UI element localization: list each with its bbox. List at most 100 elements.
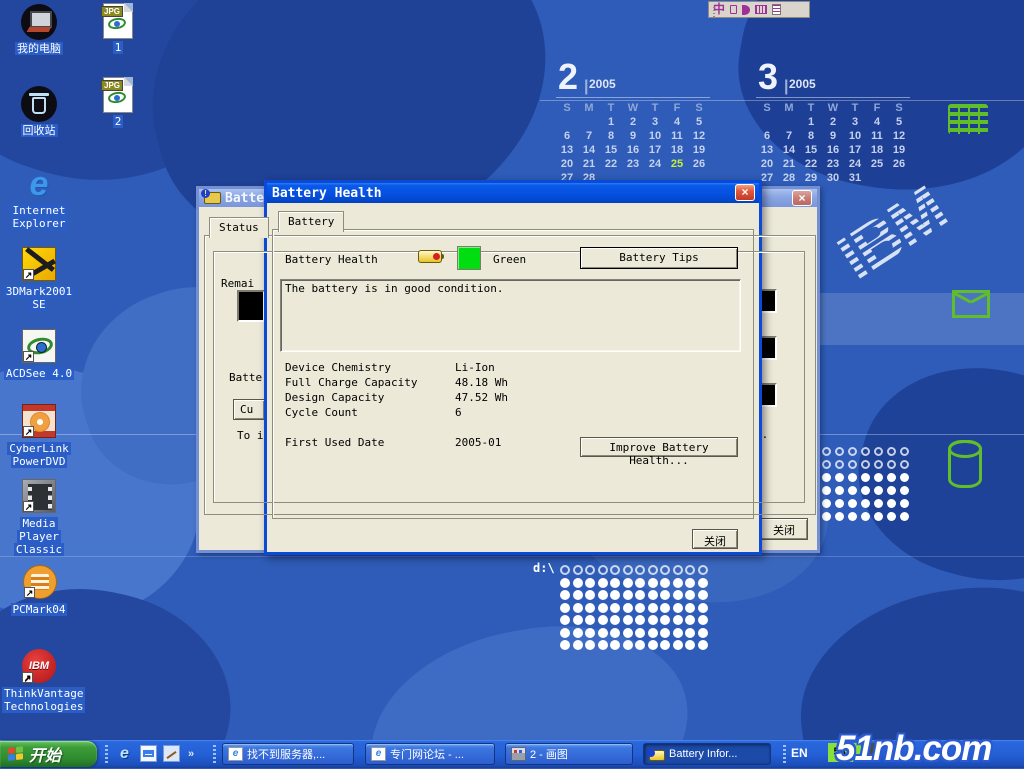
desktop-icon-internet-explorer[interactable]: eInternet Explorer	[2, 166, 76, 230]
media-player-classic-icon: ↗	[21, 479, 57, 515]
dot	[598, 603, 608, 613]
task-battery-info[interactable]: Battery Infor...	[643, 743, 771, 765]
quicklaunch-grip[interactable]	[105, 745, 108, 763]
dot	[660, 603, 670, 613]
desktop-icon-cyberlink-powerdvd[interactable]: ↗CyberLink PowerDVD	[2, 403, 76, 468]
desktop-icon-acdsee[interactable]: ↗ACDSee 4.0	[2, 328, 76, 380]
calendar-day: 6	[556, 129, 578, 143]
toolbar-menu-icon[interactable]	[772, 4, 781, 15]
calendar-separator: |	[784, 78, 788, 96]
dot	[887, 486, 896, 495]
health-status-value: Green	[493, 253, 526, 266]
dot	[822, 460, 831, 469]
dot	[585, 603, 595, 613]
calendar-day: 7	[778, 129, 800, 143]
fullwidth-icon[interactable]	[742, 5, 750, 15]
taskband-grip[interactable]	[213, 745, 216, 763]
dot	[698, 578, 708, 588]
dot	[900, 473, 909, 482]
wallpaper-line	[0, 556, 1024, 557]
ime-mode-icon[interactable]	[730, 5, 737, 14]
task-ie-server-not-found[interactable]: e找不到服务器,...	[222, 743, 354, 765]
start-button[interactable]: 开始	[0, 741, 97, 767]
calendar-day: 3	[844, 115, 866, 129]
desktop-icon-thinkvantage-technologies[interactable]: IBM↗ThinkVantage Technologies	[2, 648, 76, 713]
desktop-icon-jpg-file-1[interactable]: JPG1	[94, 2, 142, 54]
dot	[822, 473, 831, 482]
calendar-grid: SMTWTFS123456789101112131415161718192021…	[556, 101, 710, 185]
calendar-february: 2 | 2005 SMTWTFS123456789101112131415161…	[556, 62, 710, 186]
task-paint[interactable]: 2 - 画图	[505, 743, 633, 765]
first-used-value: 2005-01	[455, 436, 501, 449]
dialog-close-button[interactable]: 关闭	[692, 529, 738, 549]
desktop-icon-media-player-classic[interactable]: ↗Media Player Classic	[2, 478, 76, 556]
dot	[685, 565, 695, 575]
desktop-icon-jpg-file-2[interactable]: JPG2	[94, 76, 142, 128]
dot	[610, 603, 620, 613]
dot	[698, 615, 708, 625]
dot	[861, 499, 870, 508]
calendar-day: 24	[844, 157, 866, 171]
dot	[610, 578, 620, 588]
desktop-icon-recycle-bin[interactable]: 回收站	[2, 86, 76, 137]
dot	[835, 447, 844, 456]
dot	[822, 512, 831, 521]
language-bar-grip[interactable]	[713, 7, 715, 18]
dot	[598, 615, 608, 625]
tab-status[interactable]: Status	[209, 217, 269, 238]
task-forum[interactable]: e专门网论坛 - ...	[365, 743, 495, 765]
back-close-button[interactable]: 关闭	[760, 518, 808, 540]
dot	[874, 499, 883, 508]
calendar-day: 6	[756, 129, 778, 143]
windows-flag-icon	[8, 746, 24, 763]
health-status-swatch	[457, 246, 481, 270]
desktop-icon-pcmark04[interactable]: ↗PCMark04	[2, 563, 76, 616]
start-button-label: 开始	[29, 742, 61, 766]
language-bar[interactable]: 中	[708, 1, 810, 18]
ie-quicklaunch-icon[interactable]: e	[116, 745, 133, 762]
calendar-day: 26	[888, 157, 910, 171]
dot	[900, 460, 909, 469]
desktop-icon-3dmark2001-se[interactable]: ↗3DMark2001 SE	[2, 246, 76, 311]
desktop-icon-my-computer[interactable]: 我的电脑	[2, 4, 76, 55]
chevron-right-icon[interactable]: »	[188, 748, 194, 760]
calendar-day: 14	[578, 143, 600, 157]
dot	[623, 615, 633, 625]
calendar-grid: SMTWTFS123456789101112131415161718192021…	[756, 101, 910, 185]
soft-keyboard-icon[interactable]	[755, 5, 767, 14]
dot	[660, 615, 670, 625]
calendar-rule	[756, 97, 910, 98]
dot	[648, 615, 658, 625]
calendar-day	[888, 171, 910, 185]
dot	[648, 578, 658, 588]
dot	[685, 578, 695, 588]
language-indicator[interactable]: EN	[791, 746, 808, 760]
calendar-month: 3	[758, 56, 778, 98]
calendar-day: 10	[644, 129, 666, 143]
dot	[887, 460, 896, 469]
calendar-day: 17	[844, 143, 866, 157]
dot	[560, 590, 570, 600]
calendar-day: 29	[800, 171, 822, 185]
show-desktop-icon[interactable]	[163, 745, 180, 762]
dialog-titlebar[interactable]: Battery Health ×	[267, 183, 759, 203]
dot	[835, 460, 844, 469]
dot	[887, 499, 896, 508]
dot	[900, 447, 909, 456]
dot	[900, 499, 909, 508]
close-icon[interactable]: ×	[735, 184, 755, 201]
dot	[848, 460, 857, 469]
my-computer-icon	[21, 4, 57, 40]
calendar-day: 1	[800, 115, 822, 129]
dot	[610, 565, 620, 575]
envelope-icon	[952, 290, 990, 318]
dot	[874, 460, 883, 469]
back-close-icon[interactable]: ×	[792, 190, 812, 206]
improve-battery-health-button[interactable]: Improve Battery Health...	[580, 437, 738, 457]
battery-tips-button[interactable]: Battery Tips	[580, 247, 738, 269]
outlook-express-icon[interactable]	[140, 745, 157, 762]
tab-battery[interactable]: Battery	[278, 211, 344, 232]
dot	[673, 565, 683, 575]
dot	[660, 640, 670, 650]
dot	[610, 640, 620, 650]
